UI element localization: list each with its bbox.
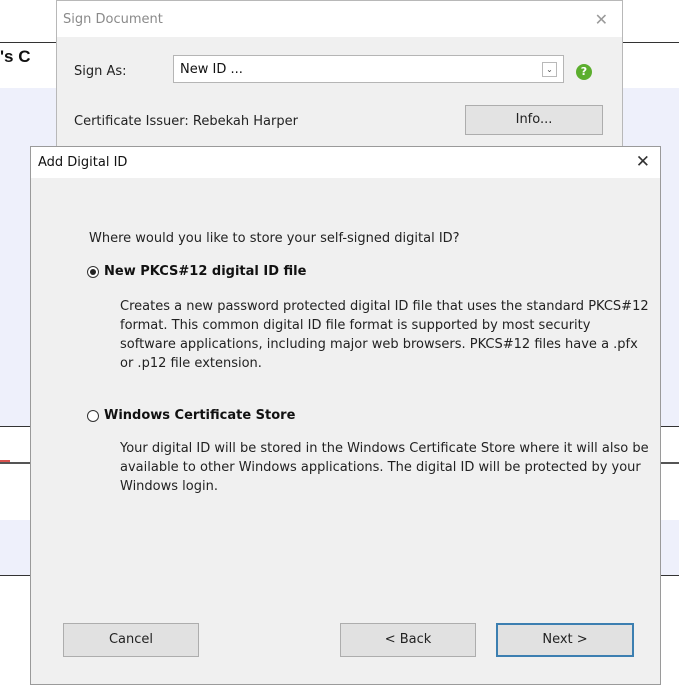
option-windows-store-description: Your digital ID will be stored in the Wi… — [120, 441, 649, 494]
help-icon[interactable]: ? — [576, 64, 592, 80]
info-button[interactable]: Info... — [465, 105, 603, 135]
option-pkcs12-label[interactable]: New PKCS#12 digital ID file — [104, 264, 306, 279]
sign-document-dialog: Sign Document ✕ Sign As: New ID ... ⌄ ? … — [56, 0, 623, 162]
add-digital-id-titlebar: Add Digital ID ✕ — [31, 147, 660, 178]
sign-document-titlebar: Sign Document ✕ — [57, 1, 622, 37]
sign-document-title: Sign Document — [63, 12, 163, 27]
add-digital-id-dialog: Add Digital ID ✕ Where would you like to… — [30, 146, 661, 685]
chevron-down-icon[interactable]: ⌄ — [542, 62, 557, 77]
close-icon[interactable]: ✕ — [636, 152, 650, 172]
option-pkcs12[interactable]: New PKCS#12 digital ID file — [87, 264, 306, 279]
option-windows-store[interactable]: Windows Certificate Store — [87, 408, 295, 423]
sign-as-dropdown[interactable]: New ID ... ⌄ — [173, 55, 564, 83]
option-pkcs12-description: Creates a new password protected digital… — [120, 299, 649, 371]
next-button[interactable]: Next > — [496, 623, 634, 657]
close-icon[interactable]: ✕ — [595, 10, 608, 29]
cancel-button[interactable]: Cancel — [63, 623, 199, 657]
storage-question: Where would you like to store your self-… — [89, 231, 460, 246]
option-windows-store-label[interactable]: Windows Certificate Store — [104, 408, 295, 423]
certificate-issuer: Certificate Issuer: Rebekah Harper — [74, 114, 298, 129]
add-digital-id-title: Add Digital ID — [38, 155, 128, 170]
radio-pkcs12[interactable] — [87, 265, 99, 278]
back-button[interactable]: < Back — [340, 623, 476, 657]
sign-as-label: Sign As: — [74, 64, 127, 79]
radio-windows-store[interactable] — [87, 409, 99, 422]
sign-as-value: New ID ... — [180, 62, 243, 77]
document-title-fragment: 's C — [0, 47, 31, 66]
